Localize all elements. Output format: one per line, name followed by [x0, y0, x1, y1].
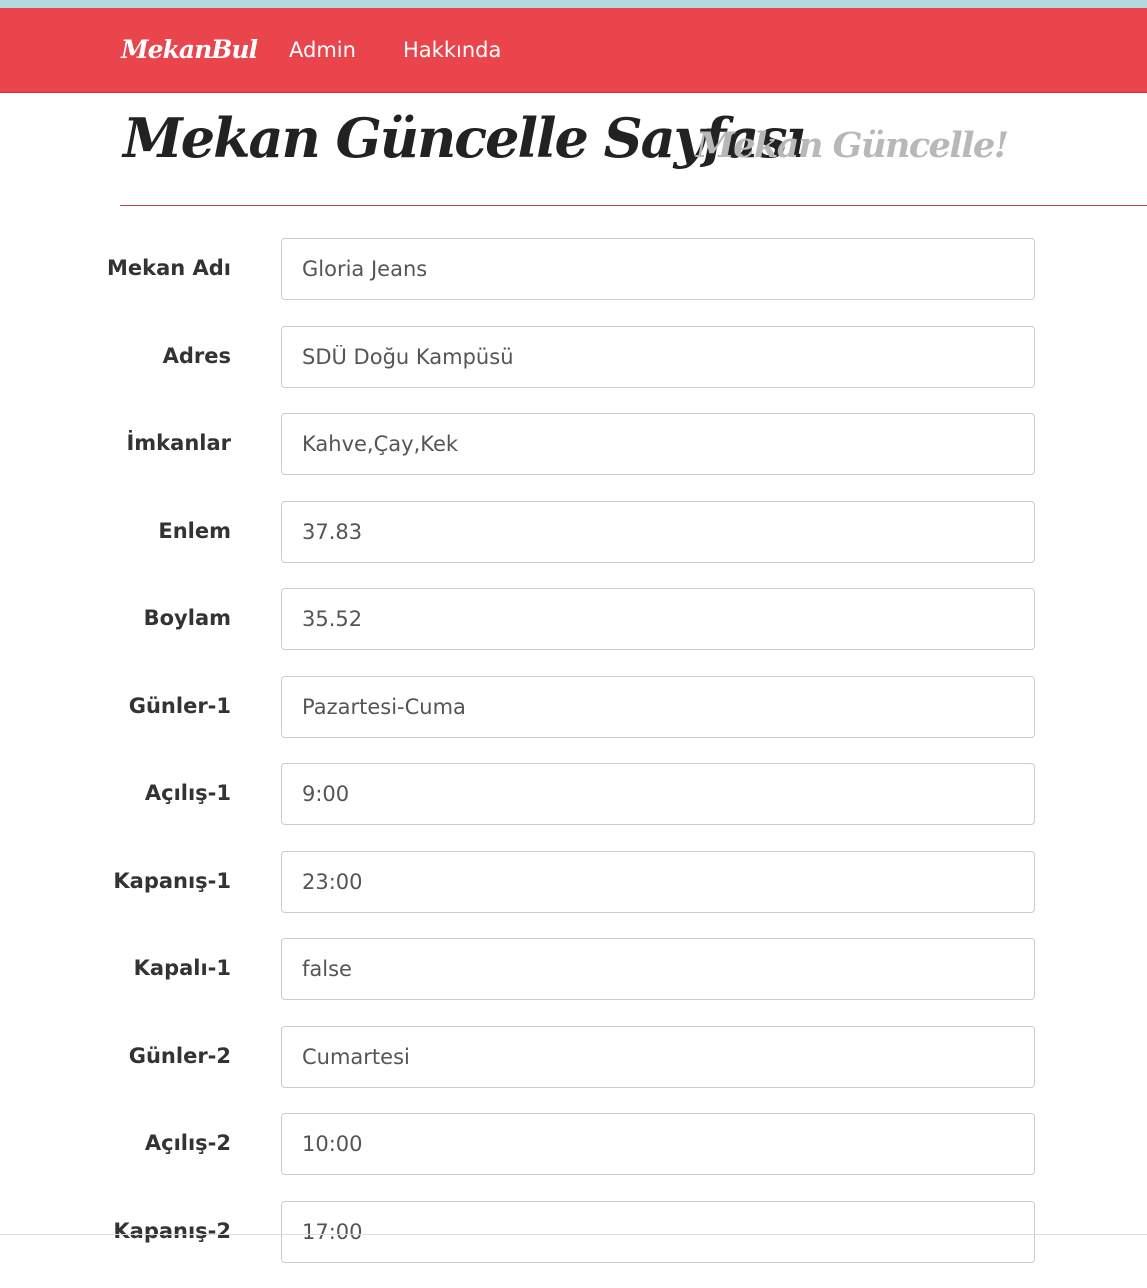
days-1-label: Günler-1: [128, 693, 231, 718]
form-row-days-1: Günler-1: [0, 675, 1147, 738]
form-row-name: Mekan Adı: [0, 238, 1147, 300]
opening-1-label: Açılış-1: [144, 781, 231, 805]
form-row-closing-2: Kapanış-2: [0, 1200, 1147, 1263]
form-row-closing-1: Kapanış-1: [0, 850, 1147, 913]
page-header: Mekan Güncelle Sayfası Mekan Güncelle!: [120, 92, 1147, 206]
facilities-label: İmkanlar: [126, 431, 231, 455]
latitude-input[interactable]: [281, 500, 1035, 563]
page-subtitle: Mekan Güncelle!: [696, 125, 1009, 166]
opening-1-input[interactable]: [281, 763, 1035, 825]
longitude-input[interactable]: [281, 588, 1035, 650]
form-row-latitude: Enlem: [0, 500, 1147, 563]
name-input[interactable]: [281, 238, 1035, 300]
address-label: Adres: [162, 343, 231, 368]
brand-logo-link[interactable]: MekanBul: [121, 35, 258, 64]
address-input[interactable]: [281, 325, 1035, 388]
closing-1-input[interactable]: [281, 850, 1035, 913]
closing-2-input[interactable]: [281, 1200, 1035, 1263]
update-venue-form: Mekan Adı Adres İmkanlar Enlem Boylam Gü…: [0, 238, 1147, 1288]
form-row-longitude: Boylam: [0, 588, 1147, 650]
closed-1-input[interactable]: [281, 938, 1035, 1000]
longitude-label: Boylam: [143, 606, 231, 630]
facilities-input[interactable]: [281, 413, 1035, 475]
days-1-input[interactable]: [281, 675, 1035, 738]
form-row-days-2: Günler-2: [0, 1025, 1147, 1088]
closing-1-label: Kapanış-1: [113, 868, 231, 893]
days-2-label: Günler-2: [128, 1043, 231, 1068]
closed-1-label: Kapalı-1: [133, 956, 231, 980]
navbar: MekanBul Admin Hakkında: [0, 8, 1147, 93]
form-row-closed-1: Kapalı-1: [0, 938, 1147, 1000]
form-row-facilities: İmkanlar: [0, 413, 1147, 475]
latitude-label: Enlem: [158, 518, 231, 543]
nav-link-admin[interactable]: Admin: [289, 38, 356, 62]
top-strip: [0, 0, 1147, 8]
nav-link-about[interactable]: Hakkında: [403, 38, 501, 62]
opening-2-input[interactable]: [281, 1113, 1035, 1175]
name-label: Mekan Adı: [106, 256, 231, 280]
opening-2-label: Açılış-2: [144, 1131, 231, 1155]
days-2-input[interactable]: [281, 1025, 1035, 1088]
form-row-address: Adres: [0, 325, 1147, 388]
closing-2-label: Kapanış-2: [113, 1218, 231, 1243]
form-row-opening-1: Açılış-1: [0, 763, 1147, 825]
form-row-opening-2: Açılış-2: [0, 1113, 1147, 1175]
